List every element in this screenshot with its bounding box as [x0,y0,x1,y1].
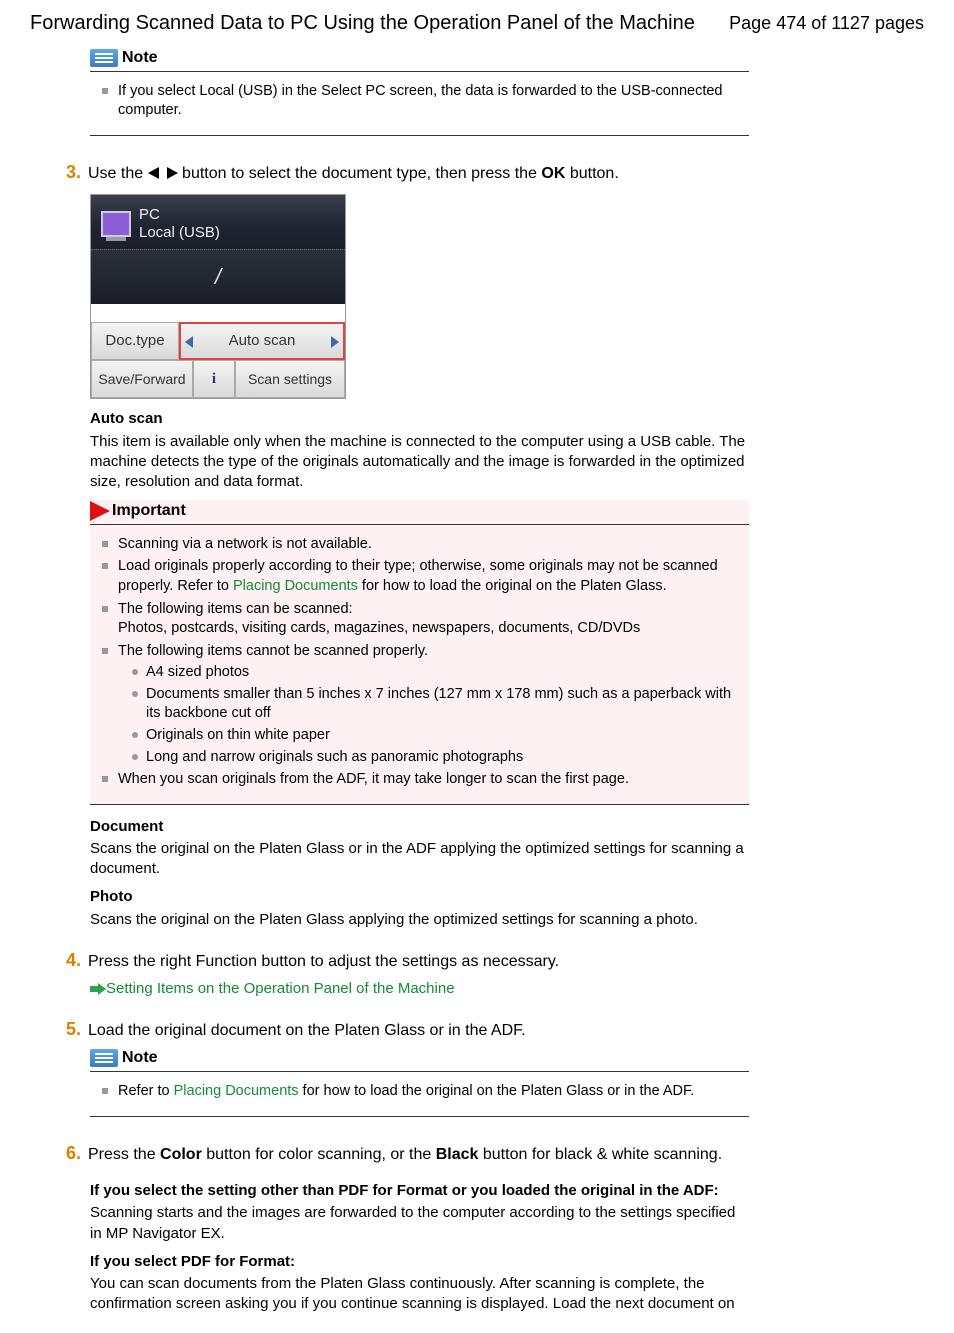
important-item-2: Load originals properly according to the… [118,557,749,596]
step-body: Press the Color button for color scannin… [88,1144,749,1166]
imp4-2: Documents smaller than 5 inches x 7 inch… [146,685,749,724]
page-header: Forwarding Scanned Data to PC Using the … [30,10,924,37]
ss-save: Save/Forward [91,360,193,398]
green-arrow-icon [90,983,104,995]
left-triangle-icon [185,336,193,348]
important-item-4: The following items cannot be scanned pr… [118,642,749,767]
step6-pre: Press the [88,1146,160,1163]
step-body: Use the button to select the document ty… [88,163,749,185]
placing-documents-link[interactable]: Placing Documents [233,578,358,594]
step3-pre: Use the [88,165,148,182]
page-title: Forwarding Scanned Data to PC Using the … [30,10,695,37]
color-label: Color [160,1146,202,1163]
pdf1-heading: If you select the setting other than PDF… [90,1181,924,1201]
ss-local: Local (USB) [139,224,220,242]
imp3-b: Photos, postcards, visiting cards, magaz… [118,620,640,636]
step4-link-line: Setting Items on the Operation Panel of … [90,979,924,999]
photo-text: Scans the original on the Platen Glass a… [90,910,749,930]
photo-heading: Photo [90,887,924,907]
ss-mid: / [91,250,345,304]
device-screenshot: PC Local (USB) / Doc.type Auto scan Save… [90,194,346,399]
important-item-1: Scanning via a network is not available. [118,535,749,555]
ss-autoscan: Auto scan [179,322,345,360]
step3-mid: button to select the document type, then… [182,165,541,182]
important-heading: Important [112,500,186,522]
imp2-post: for how to load the original on the Plat… [358,578,667,594]
note-icon [90,1049,118,1067]
step-number: 6. [66,1141,88,1165]
step-number: 5. [66,1017,88,1041]
note2-post: for how to load the original on the Plat… [299,1083,695,1099]
info-icon: i [193,360,235,398]
note-icon [90,49,118,67]
ss-pc-text: PC Local (USB) [139,206,220,242]
setting-items-link[interactable]: Setting Items on the Operation Panel of … [106,980,455,997]
important-item-3: The following items can be scanned: Phot… [118,600,749,639]
note-header: Note [90,47,749,72]
placing-documents-link-2[interactable]: Placing Documents [174,1083,299,1099]
step-4: 4. Press the right Function button to ad… [66,948,924,973]
important-icon [90,501,110,521]
step-body: Load the original document on the Platen… [88,1020,749,1042]
pdf1-text: Scanning starts and the images are forwa… [90,1203,749,1244]
black-label: Black [436,1146,479,1163]
note1-item: If you select Local (USB) in the Select … [118,82,749,121]
ss-pc: PC [139,206,220,224]
ss-slash: / [215,262,221,292]
step-5: 5. Load the original document on the Pla… [66,1017,924,1042]
note-header: Note [90,1047,749,1072]
ss-doctype: Doc.type [91,322,179,360]
important-box: Important Scanning via a network is not … [90,500,749,804]
note-heading: Note [122,1047,158,1069]
ss-scan-settings: Scan settings [235,360,345,398]
imp4-head: The following items cannot be scanned pr… [118,643,428,659]
important-header: Important [90,500,749,525]
ss-gap [91,304,345,322]
autoscan-text: This item is available only when the mac… [90,432,749,493]
ss-row-bottom: Save/Forward i Scan settings [91,360,345,398]
note-heading: Note [122,47,158,69]
imp4-4: Long and narrow originals such as panora… [146,748,749,768]
note2-pre: Refer to [118,1083,174,1099]
document-text: Scans the original on the Platen Glass o… [90,839,749,880]
document-heading: Document [90,817,924,837]
ss-row-doctype: Doc.type Auto scan [91,322,345,360]
imp3-a: The following items can be scanned: [118,601,353,617]
important-item-5: When you scan originals from the ADF, it… [118,770,749,790]
step6-post: button for black & white scanning. [478,1146,722,1163]
step3-post: button. [570,165,619,182]
ok-label: OK [541,165,565,182]
note-body: If you select Local (USB) in the Select … [90,72,749,136]
imp4-3: Originals on thin white paper [146,726,749,746]
note-box-2: Note Refer to Placing Documents for how … [90,1047,749,1116]
pc-icon [101,211,131,237]
pdf2-text: You can scan documents from the Platen G… [90,1274,749,1315]
important-body: Scanning via a network is not available.… [90,525,749,805]
autoscan-heading: Auto scan [90,409,924,429]
ss-autoscan-label: Auto scan [229,331,296,351]
ss-top: PC Local (USB) [91,195,345,250]
left-right-arrow-icon [148,167,178,179]
step-body: Press the right Function button to adjus… [88,951,749,973]
step-number: 4. [66,948,88,972]
page-number: Page 474 of 1127 pages [729,11,924,35]
imp4-1: A4 sized photos [146,663,749,683]
right-triangle-icon [331,336,339,348]
step-number: 3. [66,160,88,184]
note2-item: Refer to Placing Documents for how to lo… [118,1082,749,1102]
pdf2-heading: If you select PDF for Format: [90,1252,924,1272]
step-3: 3. Use the button to select the document… [66,160,924,185]
step6-mid: button for color scanning, or the [202,1146,436,1163]
note-body: Refer to Placing Documents for how to lo… [90,1072,749,1117]
note-box-1: Note If you select Local (USB) in the Se… [90,47,749,136]
step-6: 6. Press the Color button for color scan… [66,1141,924,1166]
